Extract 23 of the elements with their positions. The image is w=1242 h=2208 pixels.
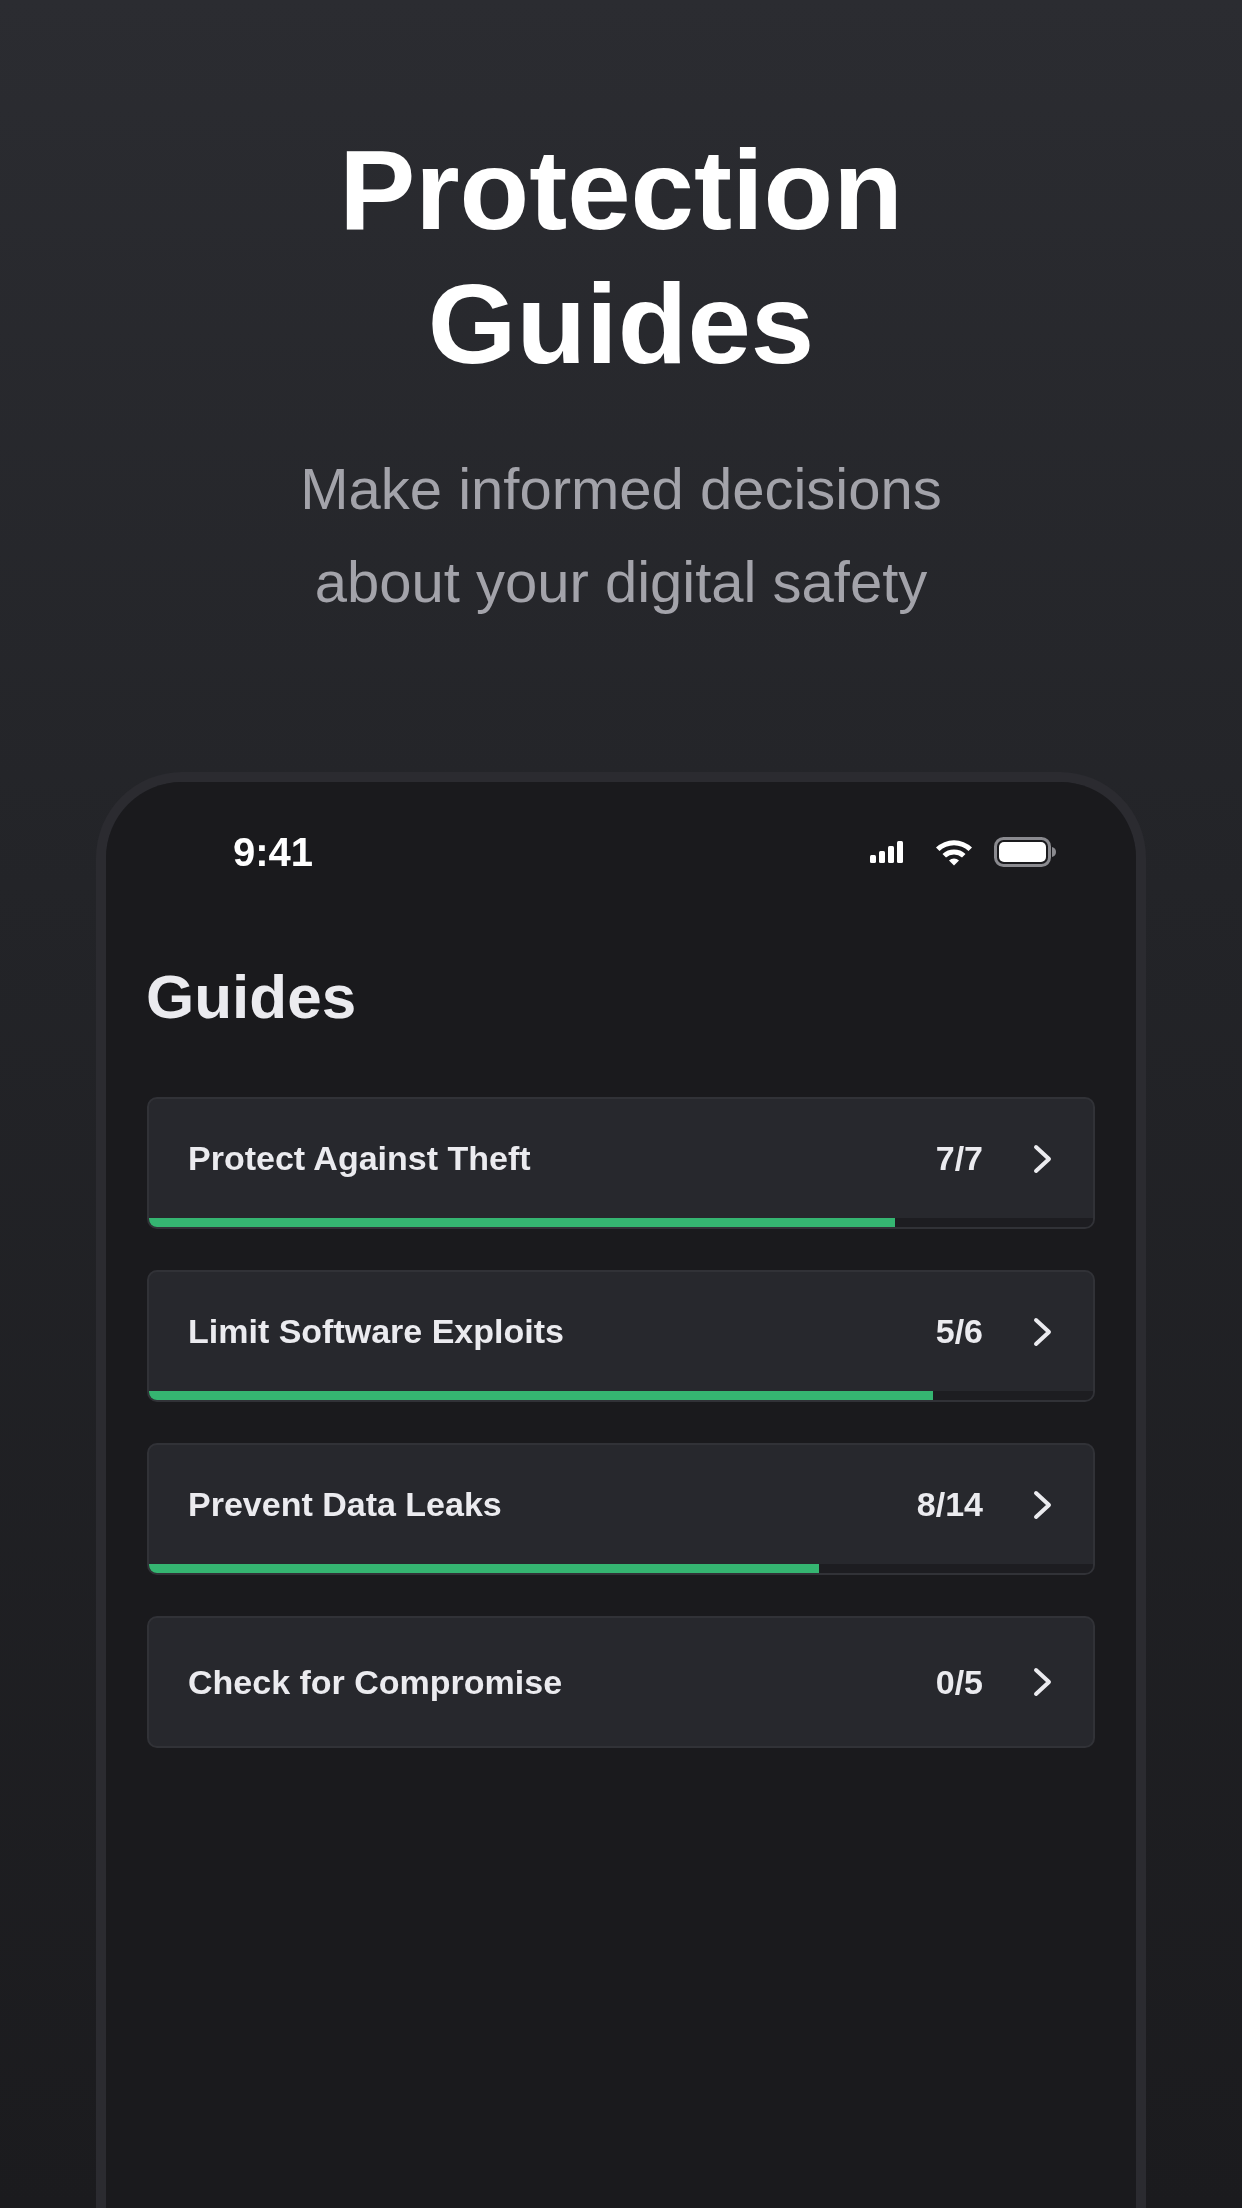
page-subtitle: Make informed decisions about your digital safety — [299, 455, 943, 616]
signal-icon — [870, 841, 904, 863]
guide-title: Limit Software Exploits — [188, 1312, 565, 1351]
guide-progress-count: 0/5 — [935, 1662, 983, 1702]
guide-title: Prevent Data Leaks — [188, 1485, 503, 1524]
guide-card[interactable]: Limit Software Exploits 5/6 — [147, 1270, 1095, 1402]
guide-card[interactable]: Protect Against Theft 7/7 — [147, 1097, 1095, 1229]
guide-card[interactable]: Check for Compromise 0/5 — [147, 1616, 1095, 1748]
status-time: 9:41 — [233, 832, 314, 872]
guide-progress-count: 5/6 — [935, 1312, 983, 1351]
page-title: Protection Guides — [338, 125, 904, 389]
chevron-icon — [1033, 1143, 1053, 1174]
chevron-icon — [1033, 1667, 1053, 1697]
guide-title: Protect Against Theft — [188, 1139, 532, 1178]
chevron-icon — [1033, 1316, 1053, 1347]
guide-title: Check for Compromise — [188, 1662, 564, 1702]
battery-icon — [994, 837, 1056, 867]
chevron-icon — [1033, 1489, 1053, 1520]
guide-card[interactable]: Prevent Data Leaks 8/14 — [147, 1443, 1095, 1575]
wifi-icon — [934, 838, 974, 866]
guide-progress-count: 7/7 — [935, 1139, 983, 1178]
guide-progress-count: 8/14 — [916, 1485, 983, 1524]
screen-title: Guides — [146, 961, 357, 1033]
